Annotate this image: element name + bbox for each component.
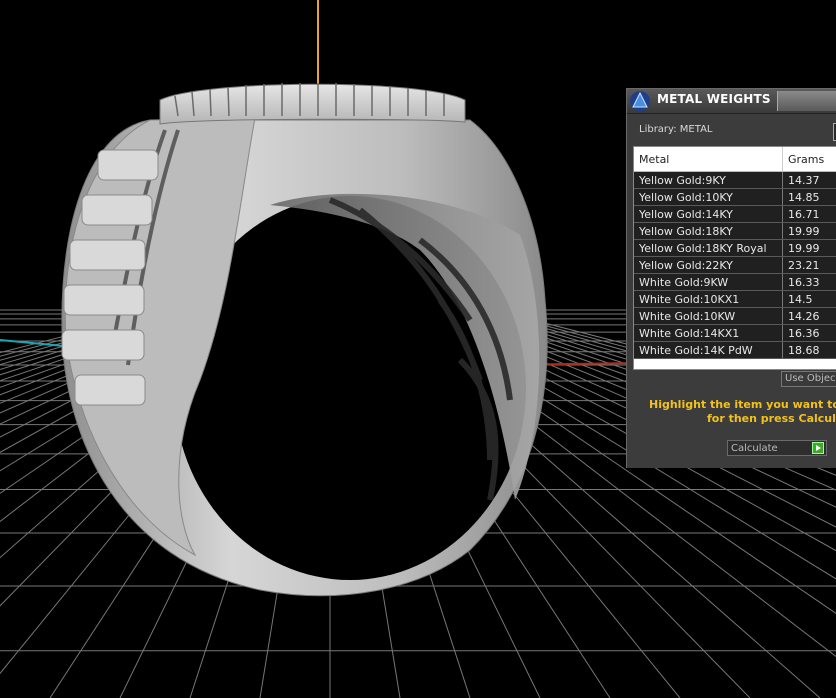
panel-titlebar[interactable]: METAL WEIGHTS <box>627 89 836 114</box>
metal-name-cell: White Gold:14K PdW <box>634 341 783 359</box>
table-row[interactable]: Yellow Gold:22KY 23.21 <box>634 256 836 274</box>
metal-name-cell: White Gold:9KW <box>634 273 783 291</box>
calculate-label: Calculate <box>731 443 778 454</box>
use-object-button[interactable]: Use Objec <box>781 371 836 387</box>
panel-title: METAL WEIGHTS <box>657 92 771 106</box>
table-row[interactable]: Yellow Gold:18KY Royal 19.99 <box>634 239 836 257</box>
grams-cell: 16.71 <box>782 205 836 223</box>
ring-model[interactable] <box>61 83 548 597</box>
column-header-metal[interactable]: Metal <box>634 147 783 172</box>
metal-name-cell: Yellow Gold:10KY <box>634 188 783 206</box>
panel-title-edge <box>777 91 836 111</box>
metal-name-cell: Yellow Gold:18KY Royal <box>634 239 783 257</box>
library-row: Library: METAL <box>627 121 836 141</box>
instruction-line-1: Highlight the item you want to fin <box>649 398 836 411</box>
metal-name-cell: Yellow Gold:18KY <box>634 222 783 240</box>
table-row[interactable]: White Gold:14K PdW 18.68 <box>634 341 836 359</box>
table-row[interactable]: White Gold:10KX1 14.5 <box>634 290 836 308</box>
instruction-line-2: for then press Calculat <box>707 412 836 425</box>
play-arrow-icon[interactable] <box>812 442 824 454</box>
grams-cell: 14.37 <box>782 171 836 189</box>
table-row[interactable]: White Gold:9KW 16.33 <box>634 273 836 291</box>
column-header-grams[interactable]: Grams <box>782 147 836 172</box>
metal-name-cell: White Gold:10KX1 <box>634 290 783 308</box>
instruction-text: Highlight the item you want to fin for t… <box>627 398 836 426</box>
grams-cell: 14.85 <box>782 188 836 206</box>
metal-name-cell: White Gold:14KX1 <box>634 324 783 342</box>
metal-table: Metal Grams Yellow Gold:9KY 14.37 Yellow G… <box>633 146 836 370</box>
metal-name-cell: Yellow Gold:22KY <box>634 256 783 274</box>
grams-cell: 14.5 <box>782 290 836 308</box>
metal-name-cell: Yellow Gold:14KY <box>634 205 783 223</box>
calculate-button[interactable]: Calculate <box>727 440 827 456</box>
grams-cell: 16.36 <box>782 324 836 342</box>
pyramid-logo-icon <box>630 91 650 111</box>
table-header-row: Metal Grams <box>634 147 836 172</box>
grams-cell: 18.68 <box>782 341 836 359</box>
table-row[interactable]: Yellow Gold:10KY 14.85 <box>634 188 836 206</box>
table-row[interactable]: White Gold:14KX1 16.36 <box>634 324 836 342</box>
table-row[interactable]: Yellow Gold:9KY 14.37 <box>634 171 836 189</box>
grams-cell: 23.21 <box>782 256 836 274</box>
grams-cell: 19.99 <box>782 239 836 257</box>
metal-name-cell: White Gold:10KW <box>634 307 783 325</box>
grams-cell: 14.26 <box>782 307 836 325</box>
table-row[interactable]: Yellow Gold:18KY 19.99 <box>634 222 836 240</box>
grams-cell: 19.99 <box>782 222 836 240</box>
library-label: Library: METAL <box>639 124 713 135</box>
metal-name-cell: Yellow Gold:9KY <box>634 171 783 189</box>
table-row[interactable]: Yellow Gold:14KY 16.71 <box>634 205 836 223</box>
metal-weights-panel: METAL WEIGHTS Library: METAL Metal Grams… <box>626 88 836 468</box>
table-row[interactable]: White Gold:10KW 14.26 <box>634 307 836 325</box>
grams-cell: 16.33 <box>782 273 836 291</box>
